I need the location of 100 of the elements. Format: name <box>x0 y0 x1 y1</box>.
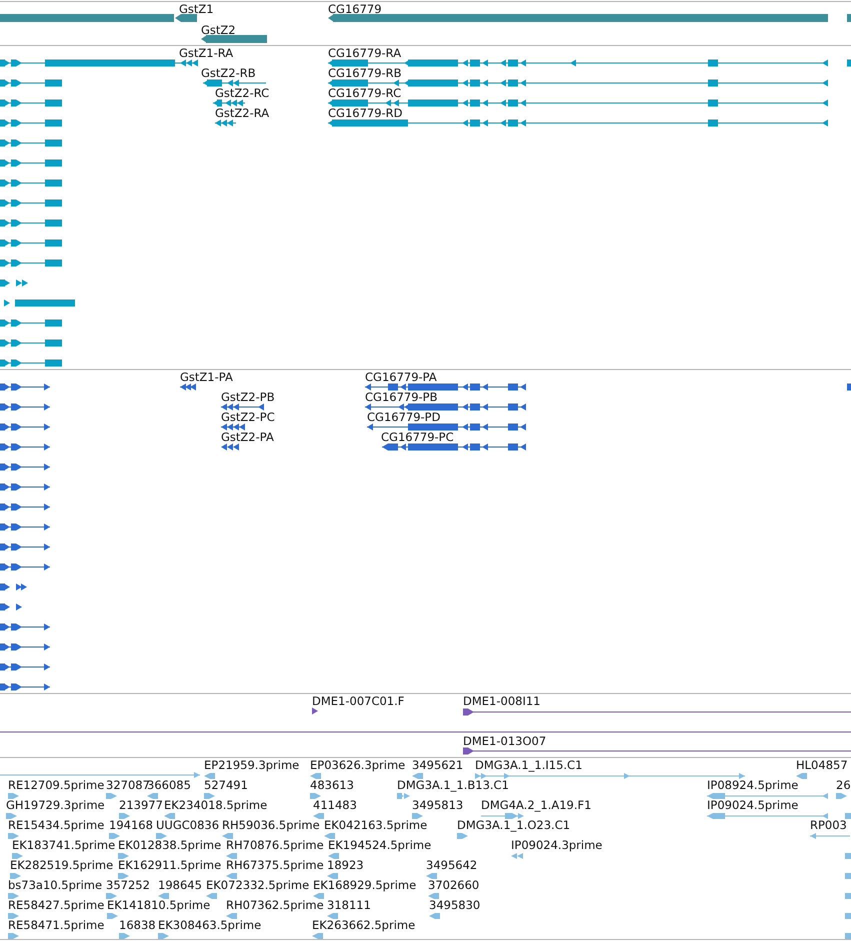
feature-glyph <box>845 853 851 859</box>
feature-label: CG16779 <box>328 3 382 16</box>
feature-glyph[interactable] <box>328 100 828 106</box>
feature-glyph[interactable] <box>44 60 198 66</box>
feature-glyph[interactable] <box>180 384 196 390</box>
feature-glyph <box>0 120 62 126</box>
feature-glyph <box>0 360 62 366</box>
feature-glyph[interactable] <box>220 404 264 410</box>
feature-label: 198645 <box>158 879 202 892</box>
feature-label: 527491 <box>204 779 248 792</box>
feature-label: 318111 <box>327 899 371 912</box>
feature-label: 26 <box>836 779 851 792</box>
feature-glyph[interactable] <box>382 444 526 450</box>
feature-label: CG16779-PD <box>367 411 440 424</box>
feature-glyph <box>845 813 851 819</box>
feature-glyph <box>0 384 50 390</box>
feature-label: 3495621 <box>412 759 464 772</box>
feature-label: RH70876.5prime <box>226 839 324 852</box>
feature-glyph <box>847 384 851 390</box>
feature-label: GstZ2-PB <box>221 391 275 404</box>
feature-label: RH07362.5prime <box>226 899 324 912</box>
feature-glyph <box>0 260 62 266</box>
feature-label: CG16779-RA <box>328 47 402 60</box>
feature-label: EK183741.5prime <box>12 839 116 852</box>
feature-glyph <box>0 80 62 86</box>
feature-label: IP08924.5prime <box>707 779 798 792</box>
feature-label: UUGC0836 <box>156 819 220 832</box>
feature-label: RE58427.5prime <box>8 899 104 912</box>
feature-label: RE12709.5prime <box>8 779 104 792</box>
feature-label: RH59036.5prime <box>222 819 320 832</box>
feature-glyph[interactable] <box>328 80 828 86</box>
feature-label: 3495830 <box>429 899 480 912</box>
feature-glyph <box>0 584 27 590</box>
feature-glyph[interactable] <box>364 384 526 390</box>
feature-glyph <box>0 504 50 510</box>
feature-label: GstZ2-RB <box>201 67 256 80</box>
feature-label: GH19729.3prime <box>6 799 105 812</box>
feature-label: DME1-008I11 <box>463 695 540 708</box>
feature-glyph[interactable] <box>462 748 851 754</box>
feature-glyph <box>4 300 75 306</box>
feature-glyph[interactable] <box>202 80 266 86</box>
feature-label: 483613 <box>310 779 354 792</box>
feature-glyph <box>0 200 62 206</box>
feature-glyph <box>0 484 50 490</box>
feature-label: 3495813 <box>412 799 464 812</box>
feature-glyph <box>0 644 50 650</box>
feature-glyph <box>0 340 62 346</box>
feature-glyph <box>845 893 851 899</box>
feature-label: 327087 <box>106 779 150 792</box>
feature-label: DMG3A.1_1.I15.C1 <box>475 759 582 772</box>
feature-label: IP09024.5prime <box>707 799 798 812</box>
feature-glyph <box>0 624 50 630</box>
feature-label: 194168 <box>109 819 153 832</box>
feature-label: IP09024.3prime <box>511 839 602 852</box>
feature-glyph[interactable] <box>328 60 828 66</box>
feature-label: 213977 <box>119 799 163 812</box>
feature-label: 366085 <box>147 779 191 792</box>
feature-label: EK308463.5prime <box>158 919 262 932</box>
feature-label: 411483 <box>313 799 357 812</box>
feature-glyph <box>0 180 62 186</box>
feature-glyph <box>0 444 50 450</box>
feature-glyph[interactable] <box>212 100 246 106</box>
feature-label: HL04857 <box>796 759 848 772</box>
feature-glyph[interactable] <box>201 35 267 43</box>
feature-glyph <box>847 60 851 66</box>
feature-glyph[interactable] <box>328 120 828 126</box>
feature-label: DME1-013O07 <box>463 735 546 748</box>
feature-label: CG16779-PB <box>365 391 438 404</box>
feature-glyph <box>0 280 28 286</box>
feature-glyph <box>0 100 62 106</box>
feature-glyph[interactable] <box>312 708 318 714</box>
feature-glyph <box>0 604 22 610</box>
feature-label: EP21959.3prime <box>204 759 300 772</box>
feature-glyph[interactable] <box>221 444 239 450</box>
feature-glyph <box>0 160 62 166</box>
feature-glyph[interactable] <box>214 120 236 126</box>
feature-label: EK282519.5prime <box>10 859 114 872</box>
feature-label: bs73a10.5prime <box>8 879 102 892</box>
feature-glyph <box>0 464 50 470</box>
feature-glyph[interactable] <box>0 14 197 22</box>
feature-label: GstZ1 <box>179 3 214 16</box>
feature-label: 18923 <box>327 859 364 872</box>
feature-glyph[interactable] <box>364 404 526 410</box>
feature-label: GstZ2-RA <box>215 107 270 120</box>
feature-label: EK263662.5prime <box>312 919 416 932</box>
feature-label: 3495642 <box>426 859 478 872</box>
feature-label: EK012838.5prime <box>118 839 222 852</box>
feature-glyph <box>845 873 851 879</box>
feature-label: EK168929.5prime <box>313 879 416 892</box>
feature-glyph <box>0 140 62 146</box>
feature-label: RH67375.5prime <box>226 859 324 872</box>
feature-label: CG16779-RD <box>328 107 403 120</box>
feature-glyph <box>0 544 50 550</box>
feature-label: DMG3A.1_1.O23.C1 <box>457 819 570 832</box>
feature-label: EP03626.3prime <box>310 759 406 772</box>
feature-glyph[interactable] <box>462 708 851 716</box>
feature-glyph[interactable] <box>366 424 526 430</box>
feature-glyph <box>0 424 50 430</box>
feature-label: RP003 <box>810 819 847 832</box>
feature-glyph[interactable] <box>220 424 246 430</box>
